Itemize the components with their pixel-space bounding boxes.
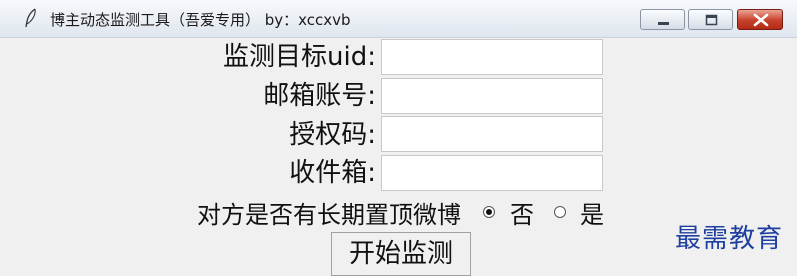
auth-code-label: 授权码: <box>289 120 376 150</box>
radio-yes-label[interactable]: 是 <box>580 198 604 232</box>
minimize-button[interactable] <box>640 9 685 30</box>
radio-yes[interactable] <box>554 206 566 218</box>
email-input[interactable] <box>381 78 603 114</box>
uid-input[interactable] <box>381 39 603 75</box>
window-title: 博主动态监测工具（吾爱专用） by：xccxvb <box>50 11 351 29</box>
radio-no[interactable] <box>483 206 495 218</box>
watermark-text: 最需教育 <box>675 224 784 254</box>
inbox-input[interactable] <box>381 155 603 191</box>
auth-code-input[interactable] <box>381 116 603 152</box>
title-bar: 博主动态监测工具（吾爱专用） by：xccxvb <box>0 0 797 38</box>
start-monitor-button[interactable]: 开始监测 <box>331 232 471 276</box>
maximize-button[interactable] <box>688 9 733 30</box>
minimize-icon <box>658 22 669 25</box>
maximize-icon <box>705 14 718 26</box>
close-button[interactable] <box>737 9 783 30</box>
radio-selected-dot <box>486 209 492 215</box>
inbox-label: 收件箱: <box>289 158 376 188</box>
email-label: 邮箱账号: <box>263 81 376 111</box>
pinned-post-question: 对方是否有长期置顶微博 <box>197 201 461 229</box>
uid-label: 监测目标uid: <box>223 42 376 72</box>
feather-icon <box>25 8 36 28</box>
radio-no-label[interactable]: 否 <box>510 198 534 232</box>
close-icon <box>753 13 769 27</box>
